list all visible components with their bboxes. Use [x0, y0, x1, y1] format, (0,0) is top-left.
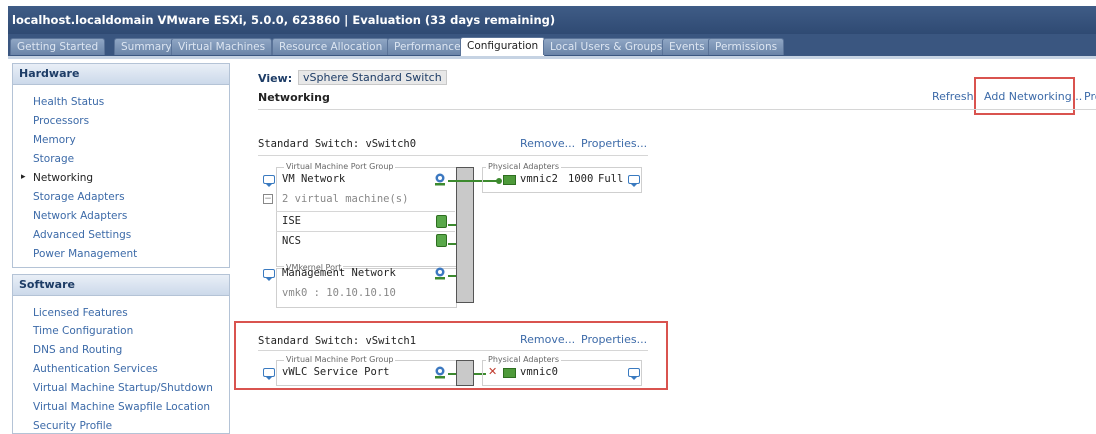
comment-icon[interactable] — [263, 175, 275, 187]
vmnic2-label[interactable]: vmnic2 — [520, 173, 558, 185]
vm-count: 2 virtual machine(s) — [282, 193, 409, 205]
vswitch1-properties-link[interactable]: Properties... — [581, 333, 647, 346]
nav-licensed-features[interactable]: Licensed Features — [33, 307, 128, 319]
vswitch0-properties-link[interactable]: Properties... — [581, 137, 647, 150]
nav-processors[interactable]: Processors — [33, 115, 89, 127]
nav-dns-routing[interactable]: DNS and Routing — [33, 344, 122, 356]
management-network-name: Management Network — [282, 267, 396, 279]
vswitch1-wire-left — [448, 373, 456, 375]
tab-events[interactable]: Events — [662, 38, 712, 55]
left-panel: Hardware Health Status Processors Memory… — [12, 63, 230, 434]
window-title: localhost.localdomain VMware ESXi, 5.0.0… — [8, 6, 1096, 34]
tab-performance[interactable]: Performance — [387, 38, 468, 55]
nav-networking-label: Networking — [33, 172, 94, 184]
software-section: Software Licensed Features Time Configur… — [12, 274, 230, 434]
nav-power-management[interactable]: Power Management — [33, 248, 137, 260]
vmnic0-label[interactable]: vmnic0 — [520, 366, 558, 378]
tab-virtual-machines[interactable]: Virtual Machines — [171, 38, 273, 55]
vswitch1-remove-link[interactable]: Remove... — [520, 333, 575, 346]
tab-bar: Getting Started Summary Virtual Machines… — [8, 34, 1096, 59]
collapse-toggle-icon[interactable]: − — [263, 194, 273, 204]
vswitch0-divider — [258, 155, 648, 156]
hardware-section: Hardware Health Status Processors Memory… — [12, 63, 230, 268]
nav-storage[interactable]: Storage — [33, 153, 74, 165]
nav-advanced-settings[interactable]: Advanced Settings — [33, 229, 131, 241]
vmnic2-duplex: Full — [598, 173, 624, 185]
tab-summary[interactable]: Summary — [114, 38, 179, 55]
heading-divider — [258, 109, 1096, 110]
vm-ncs[interactable]: NCS — [282, 235, 301, 247]
vswitch1-title: Standard Switch: vSwitch1 — [258, 335, 417, 347]
vswitch0-remove-link[interactable]: Remove... — [520, 137, 575, 150]
tab-configuration[interactable]: Configuration — [460, 37, 546, 56]
nic-icon-vmnic0 — [503, 368, 516, 378]
nav-authentication-services[interactable]: Authentication Services — [33, 363, 158, 375]
vswitch0-wire-ise — [448, 224, 456, 226]
nav-vm-swapfile-location[interactable]: Virtual Machine Swapfile Location — [33, 401, 210, 413]
comment-icon-vmnic2[interactable] — [628, 175, 640, 187]
physical-adapters-label: Physical Adapters — [486, 162, 561, 171]
vswitch1-switch-bar — [456, 360, 474, 386]
vwlc-service-port-name: vWLC Service Port — [282, 366, 390, 378]
tab-getting-started[interactable]: Getting Started — [10, 38, 106, 55]
vswitch0-wire-ncs — [448, 243, 456, 245]
networking-heading: Networking — [258, 91, 330, 104]
nav-storage-adapters[interactable]: Storage Adapters — [33, 191, 125, 203]
vswitch1-physical-adapters-label: Physical Adapters — [486, 355, 561, 364]
port-group-icon[interactable] — [433, 173, 447, 187]
tab-permissions[interactable]: Permissions — [708, 38, 785, 55]
tab-resource-allocation[interactable]: Resource Allocation — [272, 38, 390, 55]
vm-list-divider-2 — [276, 231, 455, 232]
vm-list-divider — [276, 211, 455, 212]
vm-ise[interactable]: ISE — [282, 215, 301, 227]
nav-vm-startup-shutdown[interactable]: Virtual Machine Startup/Shutdown — [33, 382, 213, 394]
comment-icon-vwlc[interactable] — [263, 368, 275, 380]
nav-time-configuration[interactable]: Time Configuration — [33, 325, 133, 337]
refresh-link[interactable]: Refresh — [932, 90, 974, 103]
nav-network-adapters[interactable]: Network Adapters — [33, 210, 127, 222]
view-label: View: — [258, 72, 293, 85]
vm-ncs-icon — [436, 234, 447, 247]
vwlc-port-group-icon[interactable] — [433, 366, 447, 380]
nic-icon — [503, 175, 516, 185]
vm-port-group-label: Virtual Machine Port Group — [284, 162, 396, 171]
selected-bullet-icon: ▸ — [21, 172, 26, 182]
nav-health-status[interactable]: Health Status — [33, 96, 104, 108]
comment-icon-mgmt[interactable] — [263, 269, 275, 281]
vm-ise-icon — [436, 215, 447, 228]
comment-icon-vmnic0[interactable] — [628, 368, 640, 380]
tab-local-users-groups[interactable]: Local Users & Groups — [543, 38, 670, 55]
nav-networking[interactable]: ▸ Networking — [21, 172, 94, 184]
vswitch0-switch-bar — [456, 167, 474, 303]
vmk-address: vmk0 : 10.10.10.10 — [282, 287, 396, 299]
software-header: Software — [13, 275, 229, 296]
nav-memory[interactable]: Memory — [33, 134, 76, 146]
properties-link-partial[interactable]: Pro — [1084, 90, 1096, 103]
vswitch0-title: Standard Switch: vSwitch0 — [258, 138, 417, 150]
hardware-header: Hardware — [13, 64, 229, 85]
vwlc-port-group-label: Virtual Machine Port Group — [284, 355, 396, 364]
vswitch1-divider — [258, 350, 648, 351]
nav-security-profile[interactable]: Security Profile — [33, 420, 112, 432]
vmnic2-speed: 1000 — [568, 173, 594, 185]
vm-network-name: VM Network — [282, 173, 346, 185]
vswitch0-wire-mgmt — [448, 275, 456, 277]
vmkernel-icon[interactable] — [433, 267, 447, 281]
view-selector[interactable]: vSphere Standard Switch — [298, 70, 447, 85]
